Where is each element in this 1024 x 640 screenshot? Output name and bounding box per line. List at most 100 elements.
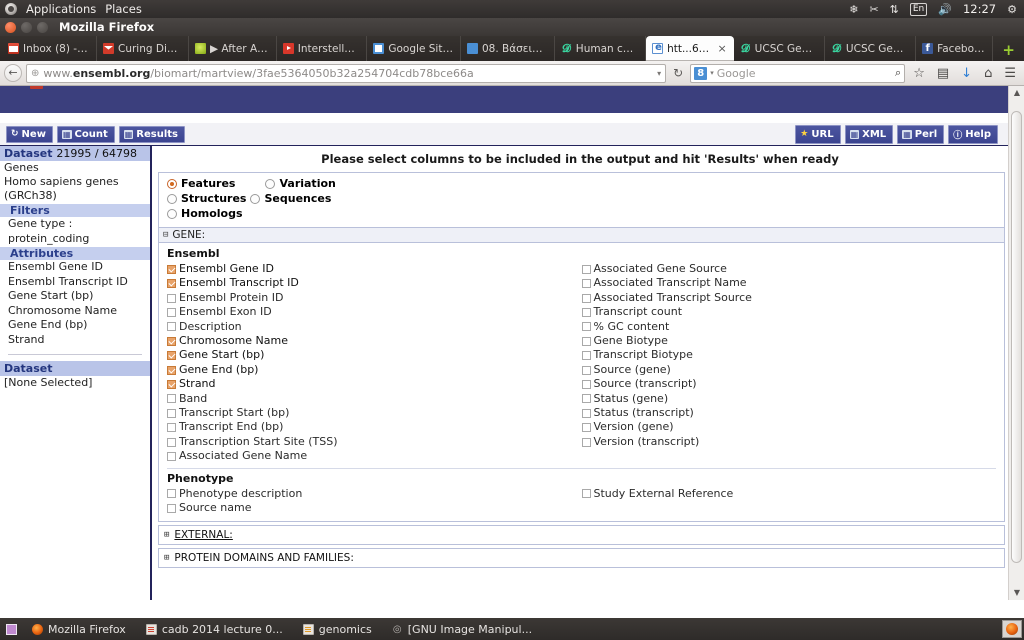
sidebar-dataset2-value[interactable]: [None Selected] [0, 376, 150, 390]
sidebar-attr-0[interactable]: Ensembl Gene ID [0, 260, 150, 275]
checkbox-associated-gene-source[interactable] [581, 264, 591, 274]
radio-variation[interactable] [265, 178, 276, 189]
checkbox-gene-end[interactable] [167, 365, 176, 375]
checkbox-row[interactable]: Associated Transcript Source [581, 291, 997, 305]
search-engine-caret-icon[interactable]: ▾ [710, 69, 714, 77]
keyboard-layout-indicator[interactable]: En [909, 2, 928, 16]
checkbox-row[interactable]: Band [167, 392, 582, 406]
checkbox-row[interactable]: Strand [167, 377, 582, 391]
sidebar-attr-2[interactable]: Gene Start (bp) [0, 289, 150, 304]
scissors-icon[interactable]: ✂ [869, 4, 878, 15]
checkbox-row[interactable]: Associated Transcript Name [581, 276, 997, 290]
menu-hamburger-icon[interactable]: ☰ [1000, 66, 1020, 81]
checkbox-version-gene[interactable] [581, 423, 591, 433]
downloads-icon[interactable]: ↓ [957, 66, 976, 81]
tab-curing-dis[interactable]: Curing Dis... [97, 36, 189, 61]
checkbox-row[interactable]: Study External Reference [581, 487, 997, 501]
checkbox-gene-start[interactable] [167, 351, 176, 361]
window-maximize-button[interactable] [37, 21, 48, 33]
checkbox-row[interactable]: Transcript Start (bp) [167, 406, 582, 420]
collapse-icon[interactable]: ⊟ [163, 230, 168, 240]
clock[interactable]: 12:27 [963, 2, 996, 16]
search-input[interactable]: 8 ▾ Google ⌕ [690, 63, 906, 83]
perl-button[interactable]: ▦ Perl [897, 124, 945, 144]
checkbox-gc-content[interactable] [581, 322, 591, 332]
checkbox-row[interactable]: Source (transcript) [581, 377, 997, 391]
sidebar-filters-header[interactable]: Filters [0, 204, 150, 217]
dropbox-icon[interactable]: ❄ [849, 4, 858, 15]
menu-applications[interactable]: Applications [26, 2, 96, 16]
window-minimize-button[interactable] [21, 21, 32, 33]
tab-google-sites[interactable]: Google Sites [367, 36, 461, 61]
gene-section-header[interactable]: ⊟ GENE: [158, 228, 1005, 243]
tab-vaseis[interactable]: 08. Βάσεις... [461, 36, 555, 61]
home-icon[interactable]: ⌂ [980, 66, 996, 81]
checkbox-status-gene[interactable] [581, 394, 591, 404]
external-section-link[interactable]: EXTERNAL: [174, 529, 232, 541]
search-icon[interactable]: ⌕ [895, 66, 901, 80]
taskbar-firefox-tray-button[interactable] [1002, 620, 1022, 638]
checkbox-row[interactable]: Gene Start (bp) [167, 348, 582, 362]
results-button[interactable]: ▦ Results [118, 125, 186, 143]
new-tab-button[interactable]: + [993, 39, 1024, 61]
external-section-header[interactable]: ⊞ EXTERNAL: [158, 524, 1005, 545]
checkbox-ensembl-exon-id[interactable] [167, 307, 176, 317]
checkbox-row[interactable]: Ensembl Protein ID [167, 291, 582, 305]
checkbox-source-gene[interactable] [581, 365, 591, 375]
checkbox-tss[interactable] [167, 437, 176, 447]
checkbox-transcript-count[interactable] [581, 307, 591, 317]
sidebar-attr-1[interactable]: Ensembl Transcript ID [0, 275, 150, 290]
checkbox-version-transcript[interactable] [581, 437, 591, 447]
checkbox-row[interactable]: Transcription Start Site (TSS) [167, 435, 582, 449]
checkbox-chromosome-name[interactable] [167, 336, 176, 346]
checkbox-phenotype-description[interactable] [167, 489, 176, 499]
radio-structures[interactable] [167, 193, 177, 204]
new-button[interactable]: ↻ New [6, 125, 53, 143]
checkbox-source-transcript[interactable] [581, 379, 591, 389]
show-desktop-button[interactable] [0, 618, 22, 640]
checkbox-row[interactable]: Ensembl Transcript ID [167, 276, 582, 290]
vertical-scrollbar[interactable]: ▲ ▼ [1008, 86, 1024, 600]
checkbox-strand[interactable] [167, 379, 176, 389]
checkbox-row[interactable]: Transcript count [581, 305, 997, 319]
checkbox-row[interactable]: Source name [167, 501, 582, 515]
xml-button[interactable]: ▦ XML [844, 124, 894, 144]
expand-icon[interactable]: ⊞ [164, 530, 169, 540]
checkbox-gene-biotype[interactable] [581, 336, 591, 346]
url-dropdown-icon[interactable]: ▾ [657, 69, 661, 78]
checkbox-row[interactable]: Associated Gene Source [581, 262, 997, 276]
count-button[interactable]: ▦ Count [56, 125, 115, 143]
checkbox-status-transcript[interactable] [581, 408, 591, 418]
bookmark-star-icon[interactable]: ☆ [909, 66, 929, 81]
window-close-button[interactable] [5, 21, 16, 33]
tab-inbox[interactable]: Inbox (8) - ... [2, 36, 97, 61]
tab-human-ch[interactable]: 𝓓 Human ch... [555, 36, 647, 61]
network-icon[interactable]: ⇅ [890, 4, 899, 15]
checkbox-row[interactable]: Ensembl Gene ID [167, 262, 582, 276]
checkbox-row[interactable]: Ensembl Exon ID [167, 305, 582, 319]
taskbar-item-genomics[interactable]: genomics [293, 618, 382, 640]
checkbox-ensembl-gene-id[interactable] [167, 264, 176, 274]
protein-domains-section-header[interactable]: ⊞ PROTEIN DOMAINS AND FAMILIES: [158, 547, 1005, 568]
checkbox-associated-gene-name[interactable] [167, 451, 176, 461]
reload-button[interactable]: ↻ [670, 66, 686, 80]
checkbox-row[interactable]: Status (gene) [581, 392, 997, 406]
expand-icon[interactable]: ⊞ [164, 553, 169, 563]
checkbox-ensembl-protein-id[interactable] [167, 293, 176, 303]
checkbox-transcript-start[interactable] [167, 408, 176, 418]
sidebar-attr-3[interactable]: Chromosome Name [0, 304, 150, 319]
speaker-icon[interactable]: 🔊 [938, 4, 952, 15]
tab-ucsc-1[interactable]: 𝓓 UCSC Gen... [734, 36, 825, 61]
gear-icon[interactable]: ⚙ [1007, 4, 1017, 15]
checkbox-transcript-end[interactable] [167, 423, 176, 433]
url-button[interactable]: ★ URL [795, 124, 841, 144]
checkbox-transcript-biotype[interactable] [581, 351, 591, 361]
checkbox-row[interactable]: Version (transcript) [581, 435, 997, 449]
checkbox-description[interactable] [167, 322, 176, 332]
radio-features[interactable] [167, 178, 177, 189]
radio-sequences[interactable] [250, 193, 261, 204]
back-button[interactable]: ← [4, 64, 22, 82]
checkbox-row[interactable]: Transcript End (bp) [167, 420, 582, 434]
checkbox-row[interactable]: Gene Biotype [581, 334, 997, 348]
tab-close-icon[interactable]: × [717, 42, 726, 55]
